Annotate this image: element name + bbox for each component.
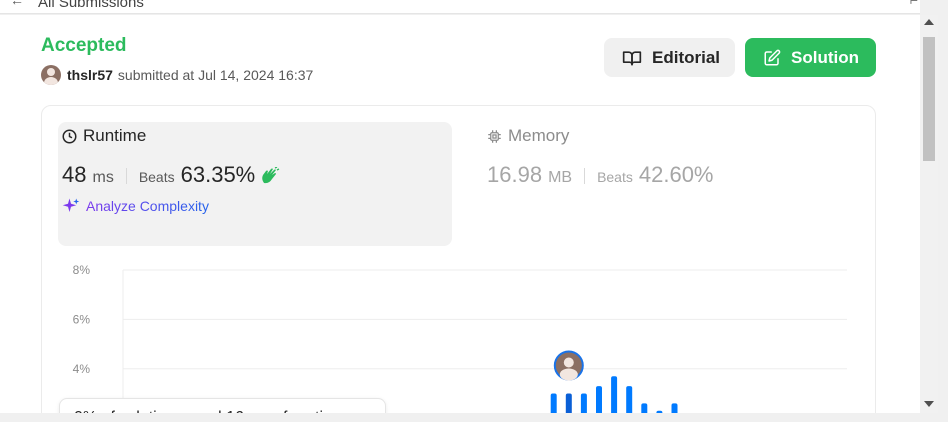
memory-title: Memory [508,126,570,145]
chip-icon [488,129,501,143]
scroll-up-arrow[interactable] [924,19,934,25]
submitted-text: submitted at Jul 14, 2024 16:37 [117,67,314,83]
window-edge [938,0,948,422]
runtime-distribution-chart[interactable]: 8% 6% 4% [42,256,876,413]
your-submission-avatar-marker[interactable] [553,350,584,381]
runtime-value: 48 [62,162,87,187]
divider [125,168,127,184]
more-icon[interactable]: ⌐ [910,0,918,8]
avatar[interactable] [41,65,61,85]
memory-tab[interactable]: Memory [487,126,569,146]
memory-beats-value: 42.60% [638,162,714,187]
clap-icon [262,167,280,184]
clock-icon [62,129,77,143]
username-link[interactable]: thslr57 [67,67,113,83]
chart-bar[interactable] [656,410,663,413]
top-bar: ← All Submissions ⌐ [0,0,920,14]
scrollbar-thumb[interactable] [923,37,935,161]
chart-bar[interactable] [671,403,678,413]
y-tick-label: 6% [73,312,91,326]
memory-value: 16.98 [487,162,543,187]
scroll-down-arrow[interactable] [924,401,934,407]
analyze-complexity-label: Analyze Complexity [86,198,209,214]
chart-bar[interactable] [565,393,572,414]
runtime-unit: ms [92,169,114,186]
runtime-header: Runtime [62,126,146,146]
solution-label: Solution [791,47,859,67]
edit-icon [764,49,781,65]
y-tick-label: 8% [73,263,91,277]
runtime-title: Runtime [83,126,147,145]
editorial-button[interactable]: Editorial [604,38,735,77]
analyze-complexity-link[interactable]: Analyze Complexity [62,197,209,215]
scrollbar[interactable] [920,15,938,413]
arrow-left-icon[interactable]: ← [10,0,24,8]
memory-beats-label: Beats [597,169,633,185]
chart-bar[interactable] [550,393,557,414]
editorial-label: Editorial [652,47,721,67]
runtime-beats-label: Beats [138,169,175,185]
runtime-beats-value: 63.35% [180,162,256,187]
memory-unit: MB [548,169,573,186]
submission-meta: thslr57 submitted at Jul 14, 2024 16:37 [41,65,313,85]
book-open-icon [622,50,642,65]
sparkle-icon [62,198,80,212]
performance-card: Runtime 48 ms Beats 63.35% Analyze Compl… [41,105,876,413]
runtime-stats: 48 ms Beats 63.35% [62,162,280,188]
solution-button[interactable]: Solution [745,38,876,77]
submission-status: Accepted [41,35,127,56]
submission-panel: Accepted thslr57 submitted at Jul 14, 20… [0,15,920,413]
memory-stats: 16.98 MB Beats 42.60% [487,162,714,188]
chart-bar[interactable] [580,393,587,414]
divider [584,168,586,184]
chart-bar[interactable] [641,403,648,413]
page: ← All Submissions ⌐ Accepted thslr57 sub… [0,0,948,422]
y-tick-label: 4% [73,362,91,376]
chart-bar[interactable] [611,376,618,413]
all-submissions-link[interactable]: All Submissions [38,0,144,11]
chart-tooltip: 0% of solutions used 16 ms of runtime [59,398,386,413]
chart-bar[interactable] [596,386,602,413]
chart-bar[interactable] [626,386,633,413]
